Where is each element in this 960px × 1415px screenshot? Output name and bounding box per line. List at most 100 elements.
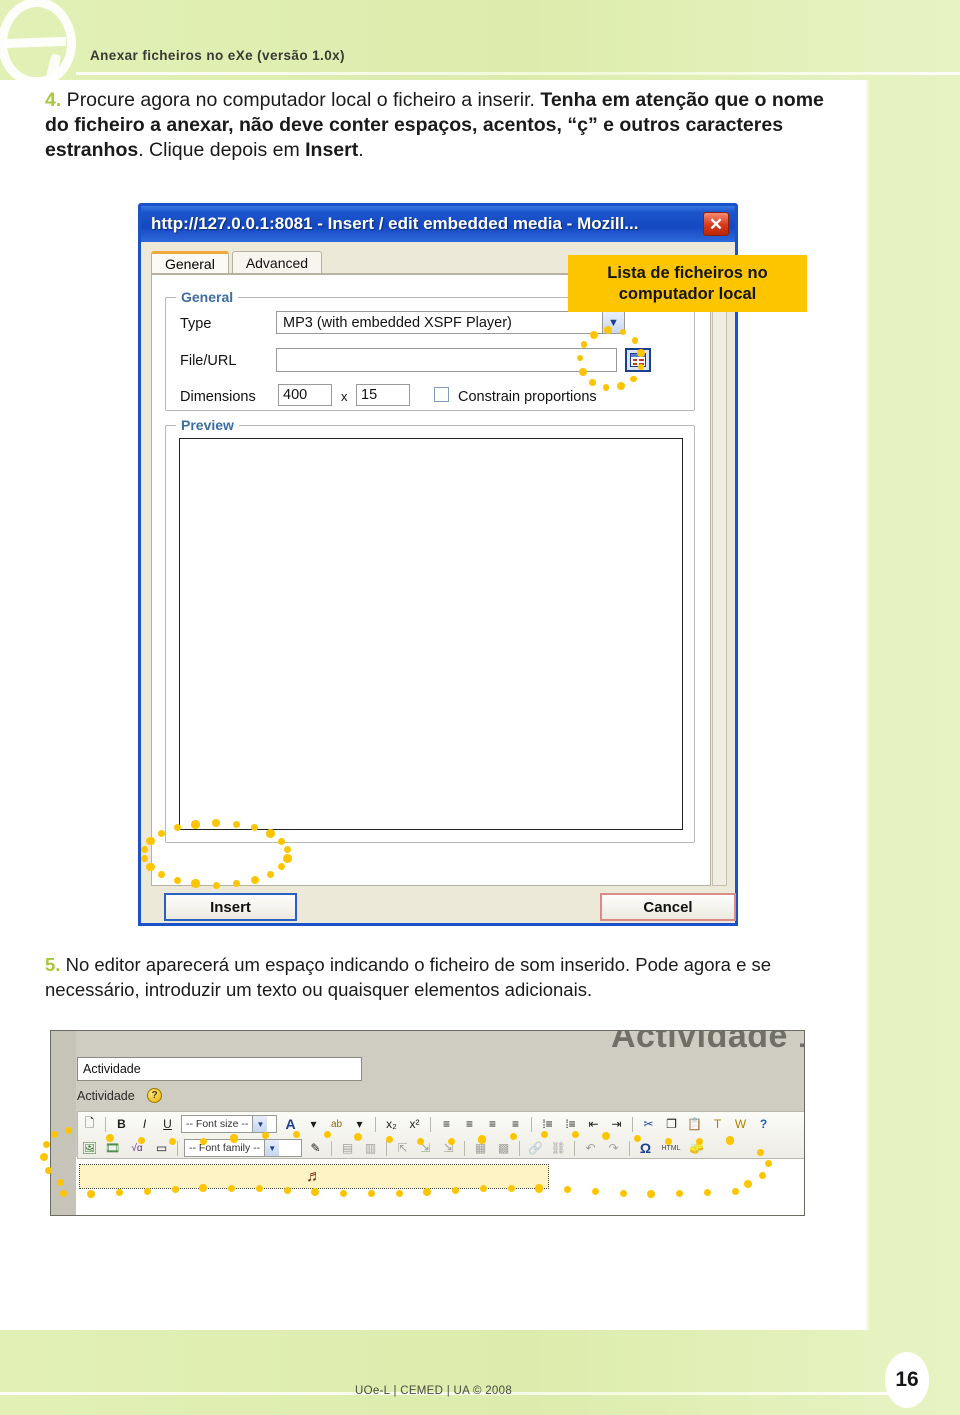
header-title: Anexar ficheiros no eXe (versão 1.0x) bbox=[90, 48, 345, 63]
toolbar-separator bbox=[519, 1140, 520, 1156]
constrain-proportions-checkbox[interactable] bbox=[434, 387, 449, 402]
edit-style-icon[interactable]: ✎ bbox=[305, 1138, 326, 1158]
delete-row-icon[interactable]: ▥ bbox=[360, 1138, 381, 1158]
step-5-number: 5. bbox=[45, 954, 61, 975]
preview-legend: Preview bbox=[176, 417, 239, 433]
unlink-icon[interactable]: ⛓ bbox=[548, 1138, 569, 1158]
table-properties-icon[interactable]: ▩ bbox=[493, 1138, 514, 1158]
insert-button[interactable]: Insert bbox=[164, 893, 297, 921]
dialog-scrollbar[interactable] bbox=[712, 274, 727, 886]
step-4-paragraph: 4. Procure agora no computador local o f… bbox=[45, 88, 845, 163]
dialog-tabs: General Advanced bbox=[151, 250, 325, 274]
general-fieldset: General Type MP3 (with embedded XSPF Pla… bbox=[165, 289, 695, 411]
italic-icon[interactable]: I bbox=[134, 1114, 155, 1134]
dialog-titlebar[interactable]: http://127.0.0.1:8081 - Insert / edit em… bbox=[141, 206, 735, 242]
toolbar-separator bbox=[574, 1140, 575, 1156]
footer-credits: UOe-L | CEMED | UA © 2008 bbox=[355, 1385, 513, 1397]
clean-html-icon[interactable]: 🧽 bbox=[686, 1138, 707, 1158]
insert-image-icon[interactable]: 🖼 bbox=[79, 1138, 100, 1158]
underline-icon[interactable]: U bbox=[157, 1114, 178, 1134]
editor-content-field[interactable]: ♬ bbox=[79, 1164, 549, 1189]
align-center-icon[interactable]: ≡ bbox=[459, 1114, 480, 1134]
file-url-label: File/URL bbox=[180, 353, 237, 369]
align-left-icon[interactable]: ≡ bbox=[436, 1114, 457, 1134]
file-url-input[interactable] bbox=[276, 348, 617, 372]
step-4-text-bold-2: Insert bbox=[305, 139, 359, 161]
math-formula-icon[interactable]: √α bbox=[125, 1138, 149, 1158]
file-list-icon[interactable] bbox=[625, 348, 651, 372]
step-4-text-1: Procure agora no computador local o fich… bbox=[61, 89, 541, 111]
dialog-body: General Advanced General Type MP3 (with … bbox=[141, 242, 736, 923]
toolbar-separator bbox=[464, 1140, 465, 1156]
type-select-value: MP3 (with embedded XSPF Player) bbox=[283, 314, 512, 331]
insert-media-icon[interactable]: 🎞 bbox=[102, 1138, 123, 1158]
indent-icon[interactable]: ⇥ bbox=[606, 1114, 627, 1134]
activity-field-label: Actividade bbox=[77, 1089, 135, 1103]
toolbar-separator bbox=[177, 1140, 178, 1156]
font-family-select[interactable]: -- Font family -- ▼ bbox=[184, 1139, 302, 1157]
font-size-select[interactable]: -- Font size -- ▼ bbox=[181, 1115, 277, 1133]
insert-definition-list-icon[interactable]: ⇱ bbox=[392, 1138, 413, 1158]
highlight-color-arrow-icon[interactable]: ▾ bbox=[349, 1114, 370, 1134]
highlight-color-icon[interactable]: ab bbox=[326, 1114, 347, 1134]
cut-icon[interactable]: ✂ bbox=[638, 1114, 659, 1134]
help-question-icon[interactable]: ? bbox=[147, 1088, 162, 1103]
type-select[interactable]: MP3 (with embedded XSPF Player) ▼ bbox=[276, 311, 625, 334]
text-color-arrow-icon[interactable]: ▾ bbox=[303, 1114, 324, 1134]
align-right-icon[interactable]: ≡ bbox=[482, 1114, 503, 1134]
page-header: Anexar ficheiros no eXe (versão 1.0x) bbox=[0, 0, 960, 86]
type-label: Type bbox=[180, 316, 212, 332]
outdent-icon[interactable]: ⇤ bbox=[583, 1114, 604, 1134]
page-root: Anexar ficheiros no eXe (versão 1.0x) 4.… bbox=[0, 0, 960, 1415]
step-4-text-2: . Clique depois em bbox=[138, 139, 306, 161]
step-5-paragraph: 5. No editor aparecerá um espaço indican… bbox=[45, 952, 845, 1002]
width-input[interactable]: 400 bbox=[278, 384, 332, 406]
insert-flash-icon[interactable]: ▭ bbox=[151, 1138, 172, 1158]
paste-text-icon[interactable]: T bbox=[707, 1114, 728, 1134]
text-color-icon[interactable]: A bbox=[280, 1114, 301, 1134]
constrain-proportions-label: Constrain proportions bbox=[458, 389, 597, 405]
undo-icon[interactable]: ↶ bbox=[580, 1138, 601, 1158]
insert-link-icon[interactable]: 🔗 bbox=[525, 1138, 546, 1158]
tab-advanced[interactable]: Advanced bbox=[231, 251, 323, 274]
definition-desc-icon[interactable]: ⇲ bbox=[438, 1138, 459, 1158]
paste-icon[interactable]: 📋 bbox=[684, 1114, 705, 1134]
preview-fieldset: Preview bbox=[165, 417, 695, 843]
step-4-text-3: . bbox=[358, 139, 364, 161]
subscript-icon[interactable]: x₂ bbox=[381, 1114, 402, 1134]
header-divider bbox=[76, 72, 960, 75]
dialog-title: http://127.0.0.1:8081 - Insert / edit em… bbox=[151, 214, 639, 233]
new-document-icon[interactable]: 🗋 bbox=[79, 1114, 100, 1134]
chevron-down-icon: ▼ bbox=[602, 312, 624, 333]
chevron-down-icon: ▼ bbox=[264, 1140, 280, 1156]
bold-icon[interactable]: B bbox=[111, 1114, 132, 1134]
align-justify-icon[interactable]: ≡ bbox=[505, 1114, 526, 1134]
ordered-list-icon[interactable]: ⁞≡ bbox=[560, 1114, 581, 1134]
dialog-content-panel: General Type MP3 (with embedded XSPF Pla… bbox=[151, 274, 711, 886]
redo-icon[interactable]: ↷ bbox=[603, 1138, 624, 1158]
step-5-text: No editor aparecerá um espaço indicando … bbox=[45, 954, 772, 1000]
toolbar-row-2: 🖼 🎞 √α ▭ -- Font family -- ▼ ✎ ▤ ▥ ⇱ ⇲ ⇲ ▦ ▩ 🔗 ⛓ ↶ ↷ Ω HTML… bbox=[78, 1136, 804, 1160]
dimension-separator: x bbox=[341, 389, 348, 404]
cancel-button[interactable]: Cancel bbox=[600, 893, 736, 921]
toolbar-separator bbox=[331, 1140, 332, 1156]
insert-table-icon[interactable]: ▦ bbox=[470, 1138, 491, 1158]
activity-title-input[interactable]: Actividade bbox=[77, 1057, 362, 1081]
chevron-down-icon: ▼ bbox=[252, 1116, 268, 1132]
toolbar-separator bbox=[430, 1116, 431, 1132]
tab-general[interactable]: General bbox=[151, 251, 229, 274]
definition-term-icon[interactable]: ⇲ bbox=[415, 1138, 436, 1158]
toolbar-separator bbox=[629, 1140, 630, 1156]
close-icon[interactable]: ✕ bbox=[703, 212, 729, 236]
paste-word-icon[interactable]: W bbox=[730, 1114, 751, 1134]
help-icon[interactable]: ? bbox=[753, 1114, 774, 1134]
superscript-icon[interactable]: x² bbox=[404, 1114, 425, 1134]
copy-icon[interactable]: ❐ bbox=[661, 1114, 682, 1134]
html-source-icon[interactable]: HTML bbox=[658, 1138, 684, 1158]
insert-row-icon[interactable]: ▤ bbox=[337, 1138, 358, 1158]
height-input[interactable]: 15 bbox=[356, 384, 410, 406]
page-number: 16 bbox=[895, 1368, 919, 1391]
special-character-icon[interactable]: Ω bbox=[635, 1138, 656, 1158]
unordered-list-icon[interactable]: ⁞≡ bbox=[537, 1114, 558, 1134]
step-4-number: 4. bbox=[45, 89, 62, 111]
